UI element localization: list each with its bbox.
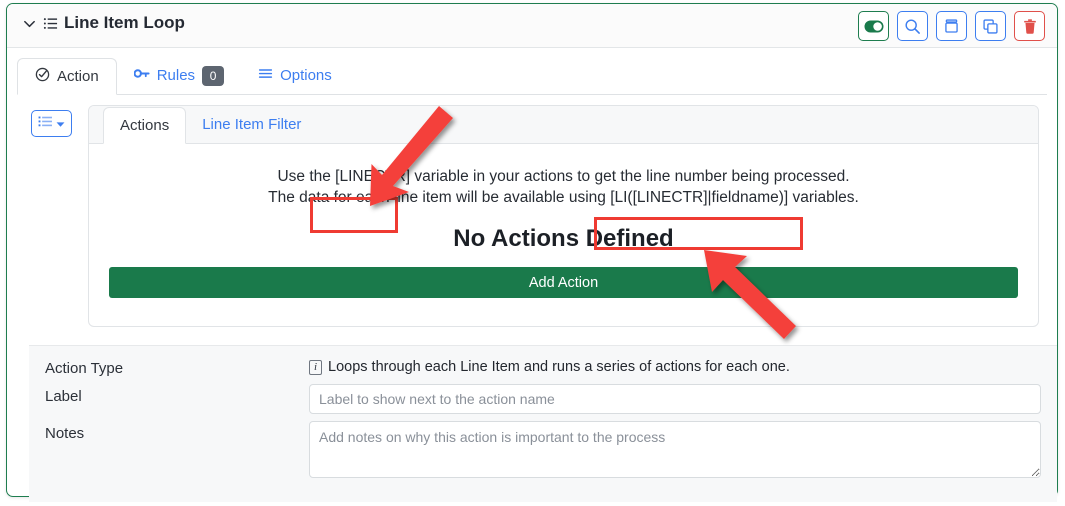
label-field-label: Label [45,388,82,405]
actions-panel-body: Use the [LINECTR] variable in your actio… [89,144,1038,298]
page-title: Line Item Loop [64,13,185,32]
delete-button[interactable] [1014,11,1045,41]
archive-button[interactable] [936,11,967,41]
header-button-group [858,11,1045,41]
action-type-label: Action Type [45,360,124,377]
action-card: Line Item Loop Action Rules 0 Options Ac… [6,3,1058,502]
form-row-label: Label [29,384,1057,414]
info-icon: i [309,359,322,375]
action-type-description: Loops through each Line Item and runs a … [328,359,790,375]
main-tab-strip: Action Rules 0 Options [17,56,1047,95]
form-row-action-type: Action Type i Loops through each Line It… [29,356,1057,377]
action-settings-form: Action Type i Loops through each Line It… [29,345,1057,502]
tab-action-label: Action [57,68,99,85]
duplicate-button[interactable] [975,11,1006,41]
tab-action[interactable]: Action [17,58,117,95]
notes-textarea[interactable] [309,421,1041,478]
enabled-toggle[interactable] [858,11,889,41]
list-lines-icon [43,16,58,31]
rules-count-badge: 0 [202,65,225,86]
actions-panel: Actions Line Item Filter Use the [LINECT… [88,105,1039,327]
card-header: Line Item Loop [7,4,1057,48]
caret-down-icon [56,115,65,133]
check-circle-icon [35,67,50,86]
tab-rules-label: Rules [156,67,196,84]
inner-tab-actions-label: Actions [120,117,170,134]
tab-options[interactable]: Options [241,57,349,94]
inner-tab-line-item-filter[interactable]: Line Item Filter [186,106,317,143]
tab-rules[interactable]: Rules 0 [117,57,241,94]
chevron-down-icon[interactable] [22,16,37,31]
inner-tab-actions[interactable]: Actions [103,107,187,144]
hamburger-icon [258,67,273,84]
actions-tab-strip: Actions Line Item Filter [89,106,1038,144]
search-button[interactable] [897,11,928,41]
action-list-menu-button[interactable] [31,110,72,137]
key-icon [133,67,150,84]
list-icon [38,115,53,133]
screenshot-root: Line Item Loop Action Rules 0 Options Ac… [0,0,1065,506]
card-title-group[interactable]: Line Item Loop [22,13,185,33]
form-row-notes: Notes [29,421,1057,483]
help-line-1: Use the [LINECTR] variable in your actio… [277,168,850,185]
inner-tab-line-item-filter-label: Line Item Filter [202,116,302,133]
add-action-button[interactable]: Add Action [109,267,1018,298]
notes-field-label: Notes [45,425,85,442]
action-type-description-group: i Loops through each Line Item and runs … [309,356,1041,375]
tab-options-label: Options [280,67,332,84]
empty-state-text: No Actions Defined [453,225,674,252]
label-input[interactable] [309,384,1041,414]
help-line-2: The data for each line item will be avai… [268,189,859,206]
